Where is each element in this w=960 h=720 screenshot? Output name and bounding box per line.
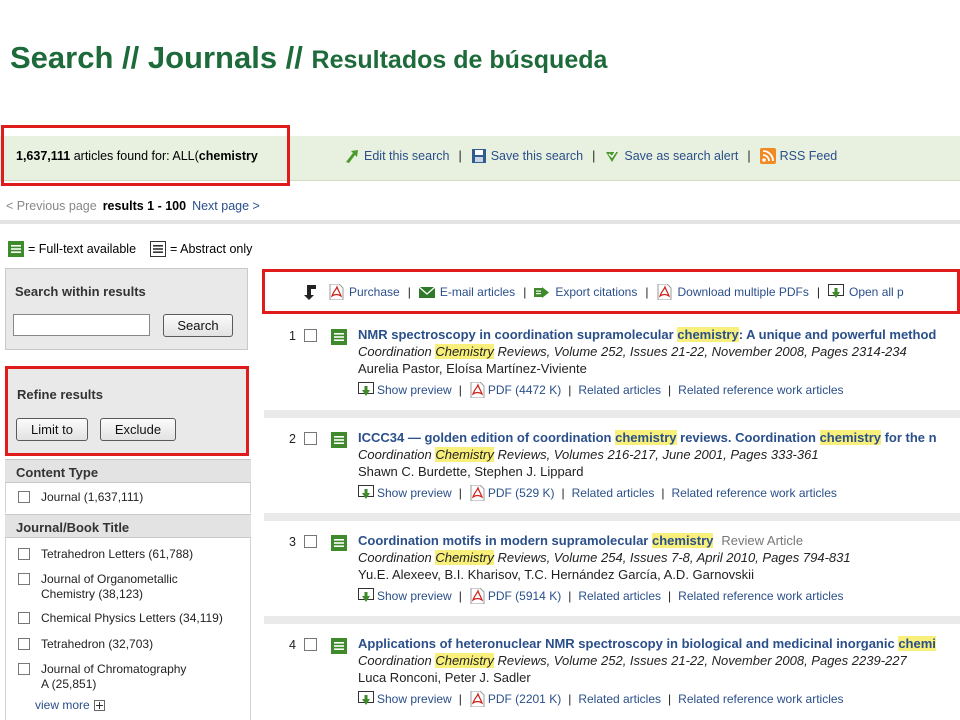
related-articles-link[interactable]: Related articles xyxy=(578,589,661,603)
fulltext-icon xyxy=(331,534,347,552)
result-links: Show preview | PDF (2201 K) | Related articl… xyxy=(358,691,844,707)
save-search-link[interactable]: Save this search xyxy=(471,148,583,164)
result-source: Coordination Chemistry Reviews, Volume 2… xyxy=(358,550,851,565)
availability-legend: = Full-text available = Abstract only xyxy=(8,241,252,257)
preview-arrow-icon xyxy=(358,485,374,499)
pdf-icon xyxy=(470,588,485,604)
alert-check-icon xyxy=(606,150,619,162)
search-within-title: Search within results xyxy=(15,284,146,299)
show-preview-link[interactable]: Show preview xyxy=(358,382,452,398)
slide-title-main: Search // Journals // xyxy=(10,40,312,75)
result-title-link[interactable]: NMR spectroscopy in coordination supramo… xyxy=(358,327,936,342)
related-reference-link[interactable]: Related reference work articles xyxy=(678,589,843,603)
facet-checkbox[interactable] xyxy=(18,548,30,560)
result-divider xyxy=(264,513,960,521)
facet-checkbox[interactable] xyxy=(18,663,30,675)
pdf-link[interactable]: PDF (4472 K) xyxy=(469,382,561,398)
related-reference-link[interactable]: Related reference work articles xyxy=(671,486,836,500)
abstract-icon xyxy=(150,241,167,257)
edit-search-link[interactable]: Edit this search xyxy=(344,148,449,164)
result-number: 3 xyxy=(289,535,296,549)
pdf-link[interactable]: PDF (529 K) xyxy=(469,485,555,501)
pdf-icon xyxy=(470,382,485,398)
result-source: Coordination Chemistry Reviews, Volume 2… xyxy=(358,653,907,668)
journal-title-header: Journal/Book Title xyxy=(5,514,251,538)
highlight-frame-toolbar xyxy=(262,269,960,314)
fulltext-icon xyxy=(331,328,347,346)
result-checkbox[interactable] xyxy=(304,329,317,342)
result-links: Show preview | PDF (529 K) | Related article… xyxy=(358,485,837,501)
facet-checkbox[interactable] xyxy=(18,573,30,585)
result-number: 4 xyxy=(289,638,296,652)
highlight-frame-results-count xyxy=(1,125,290,186)
content-type-header: Content Type xyxy=(5,459,251,483)
plus-box-icon xyxy=(93,699,105,711)
result-title-link[interactable]: Applications of heteronuclear NMR spectr… xyxy=(358,636,936,651)
search-within-input[interactable] xyxy=(13,314,150,336)
fulltext-icon xyxy=(331,637,347,655)
show-preview-link[interactable]: Show preview xyxy=(358,485,452,501)
next-page-link[interactable]: Next page > xyxy=(192,199,260,213)
pager: < Previous page results 1 - 100 Next page … xyxy=(6,199,260,213)
view-more-link[interactable]: view more xyxy=(35,698,105,712)
preview-arrow-icon xyxy=(358,588,374,602)
result-authors: Aurelia Pastor, Eloísa Martínez-Viviente xyxy=(358,361,587,376)
fulltext-icon xyxy=(331,431,347,449)
result-source: Coordination Chemistry Reviews, Volumes … xyxy=(358,447,819,462)
review-article-label: Review Article xyxy=(721,533,804,548)
facet-checkbox[interactable] xyxy=(18,491,30,503)
pdf-icon xyxy=(470,691,485,707)
rss-icon xyxy=(759,148,776,164)
result-source: Coordination Chemistry Reviews, Volume 2… xyxy=(358,344,907,359)
pager-divider xyxy=(0,220,960,224)
related-reference-link[interactable]: Related reference work articles xyxy=(678,692,843,706)
highlight-frame-refine xyxy=(5,366,249,456)
result-authors: Yu.E. Alexeev, B.I. Kharisov, T.C. Herná… xyxy=(358,567,754,582)
search-within-panel xyxy=(5,268,248,350)
related-articles-link[interactable]: Related articles xyxy=(578,383,661,397)
result-divider xyxy=(264,616,960,624)
results-range: results 1 - 100 xyxy=(102,199,187,213)
show-preview-link[interactable]: Show preview xyxy=(358,588,452,604)
result-checkbox[interactable] xyxy=(304,638,317,651)
related-articles-link[interactable]: Related articles xyxy=(578,692,661,706)
result-links: Show preview | PDF (5914 K) | Related articl… xyxy=(358,588,844,604)
result-authors: Luca Ronconi, Peter J. Sadler xyxy=(358,670,531,685)
pdf-link[interactable]: PDF (5914 K) xyxy=(469,588,561,604)
related-articles-link[interactable]: Related articles xyxy=(572,486,655,500)
result-checkbox[interactable] xyxy=(304,535,317,548)
preview-arrow-icon xyxy=(358,691,374,705)
show-preview-link[interactable]: Show preview xyxy=(358,691,452,707)
fulltext-icon xyxy=(8,241,24,257)
result-title-link[interactable]: ICCC34 — golden edition of coordination … xyxy=(358,430,937,445)
result-links: Show preview | PDF (4472 K) | Related articl… xyxy=(358,382,844,398)
pdf-icon xyxy=(470,485,485,501)
result-authors: Shawn C. Burdette, Stephen J. Lippard xyxy=(358,464,584,479)
result-number: 1 xyxy=(289,329,296,343)
facet-checkbox[interactable] xyxy=(18,612,30,624)
facet-checkbox[interactable] xyxy=(18,638,30,650)
slide-title: Search // Journals // Resultados de búsq… xyxy=(10,40,607,76)
search-actions: Edit this search | Save this search | Sa… xyxy=(344,148,837,164)
content-type-list: Journal (1,637,111) xyxy=(5,483,251,513)
search-button[interactable]: Search xyxy=(163,314,233,337)
result-number: 2 xyxy=(289,432,296,446)
edit-arrow-icon xyxy=(346,150,358,163)
result-title-link[interactable]: Coordination motifs in modern supramolec… xyxy=(358,533,803,548)
slide-title-sub: Resultados de búsqueda xyxy=(311,46,608,74)
save-disk-icon xyxy=(471,149,486,163)
rss-feed-link[interactable]: RSS Feed xyxy=(759,148,837,164)
pdf-link[interactable]: PDF (2201 K) xyxy=(469,691,561,707)
result-checkbox[interactable] xyxy=(304,432,317,445)
journal-title-list: Tetrahedron Letters (61,788) Journal of … xyxy=(5,538,251,720)
preview-arrow-icon xyxy=(358,382,374,396)
result-divider xyxy=(264,410,960,418)
related-reference-link[interactable]: Related reference work articles xyxy=(678,383,843,397)
previous-page-link[interactable]: < Previous page xyxy=(6,199,97,213)
save-alert-link[interactable]: Save as search alert xyxy=(604,148,738,164)
